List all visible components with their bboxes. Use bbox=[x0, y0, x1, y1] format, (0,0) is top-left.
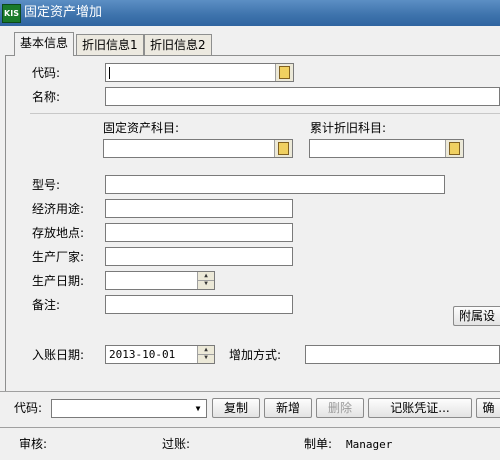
prod-date-spinner[interactable]: ▲ ▼ bbox=[197, 272, 214, 289]
tab-basic-info[interactable]: 基本信息 bbox=[14, 32, 75, 56]
purpose-label: 经济用途: bbox=[32, 202, 85, 216]
add-button[interactable]: 新增 bbox=[264, 398, 312, 418]
note-input[interactable] bbox=[105, 295, 293, 314]
maker-status-value: Manager bbox=[346, 438, 393, 451]
text-caret bbox=[109, 67, 110, 79]
entry-date-label: 入账日期: bbox=[32, 348, 85, 362]
name-label: 名称: bbox=[32, 90, 61, 104]
section-divider bbox=[30, 113, 500, 114]
asset-account-lookup-button[interactable] bbox=[274, 140, 292, 157]
audit-label: 审核: bbox=[19, 437, 48, 451]
lookup-icon bbox=[449, 142, 460, 155]
status-bar bbox=[0, 427, 500, 460]
voucher-button[interactable]: 记账凭证... bbox=[368, 398, 472, 418]
add-method-label: 增加方式: bbox=[229, 348, 282, 362]
model-input[interactable] bbox=[105, 175, 445, 194]
attachment-button[interactable]: 附属设 bbox=[453, 306, 500, 326]
location-label: 存放地点: bbox=[32, 226, 85, 240]
depr-account-input[interactable] bbox=[309, 139, 464, 158]
code-label: 代码: bbox=[32, 66, 61, 80]
model-label: 型号: bbox=[32, 178, 61, 192]
window-title: 固定资产增加 bbox=[24, 5, 103, 20]
maker-label: 生产厂家: bbox=[32, 250, 85, 264]
spin-down-icon[interactable]: ▼ bbox=[198, 354, 214, 362]
entry-date-input[interactable]: 2013-10-01 ▲ ▼ bbox=[105, 345, 215, 364]
entry-date-value: 2013-10-01 bbox=[109, 348, 176, 361]
tab-label: 基本信息 bbox=[20, 36, 69, 50]
asset-account-label: 固定资产科目: bbox=[103, 121, 180, 135]
code-input[interactable] bbox=[105, 63, 294, 82]
location-input[interactable] bbox=[105, 223, 293, 242]
maker-status-label: 制单: bbox=[304, 437, 333, 451]
code-lookup-button[interactable] bbox=[275, 64, 293, 81]
tab-depreciation-2[interactable]: 折旧信息2 bbox=[144, 34, 212, 55]
copy-button[interactable]: 复制 bbox=[212, 398, 260, 418]
tab-label: 折旧信息1 bbox=[82, 38, 138, 52]
toolbar-divider bbox=[0, 391, 500, 392]
entry-date-spinner[interactable]: ▲ ▼ bbox=[197, 346, 214, 363]
depr-account-label: 累计折旧科目: bbox=[310, 121, 387, 135]
prod-date-input[interactable]: ▲ ▼ bbox=[105, 271, 215, 290]
add-method-input[interactable] bbox=[305, 345, 500, 364]
name-input[interactable] bbox=[105, 87, 500, 106]
depr-account-lookup-button[interactable] bbox=[445, 140, 463, 157]
post-label: 过账: bbox=[162, 437, 191, 451]
chevron-down-icon[interactable]: ▼ bbox=[191, 401, 205, 416]
maker-input[interactable] bbox=[105, 247, 293, 266]
purpose-input[interactable] bbox=[105, 199, 293, 218]
note-label: 备注: bbox=[32, 298, 61, 312]
prod-date-label: 生产日期: bbox=[32, 274, 85, 288]
ok-button[interactable]: 确 bbox=[476, 398, 500, 418]
spin-down-icon[interactable]: ▼ bbox=[198, 280, 214, 288]
app-logo-icon: KIS bbox=[2, 4, 21, 23]
lookup-icon bbox=[279, 66, 290, 79]
tab-label: 折旧信息2 bbox=[150, 38, 206, 52]
delete-button[interactable]: 删除 bbox=[316, 398, 364, 418]
toolbar-code-label: 代码: bbox=[14, 401, 43, 415]
lookup-icon bbox=[278, 142, 289, 155]
asset-account-input[interactable] bbox=[103, 139, 293, 158]
tab-depreciation-1[interactable]: 折旧信息1 bbox=[76, 34, 144, 55]
toolbar-code-combo[interactable]: ▼ bbox=[51, 399, 207, 418]
